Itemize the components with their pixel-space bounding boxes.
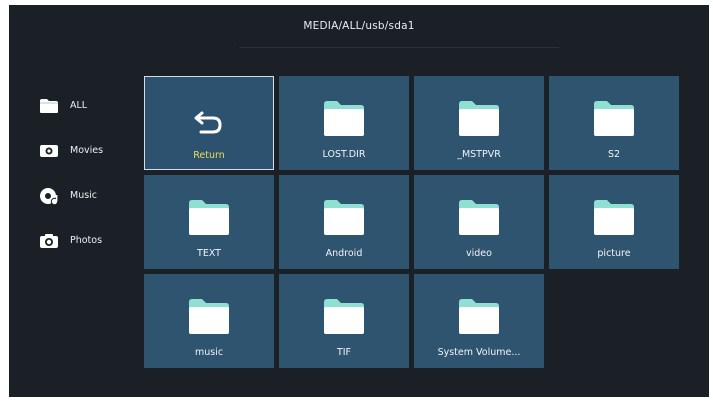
folder-tile-lost-dir[interactable]: LOST.DIR [279,76,409,170]
tile-label: LOST.DIR [322,149,366,160]
sidebar-item-music[interactable]: Music [39,173,139,218]
folder-icon [324,200,364,235]
media-browser-screen: MEDIA/ALL/usb/sda1 ALL Movies Music Phot… [9,5,709,397]
sidebar-item-label: Music [70,190,98,201]
sidebar-item-label: ALL [70,100,88,111]
movie-icon [39,142,59,160]
folder-tile-video[interactable]: video [414,175,544,269]
camera-icon [39,232,59,250]
sidebar-item-label: Movies [70,145,104,156]
folder-icon [189,200,229,235]
folder-tile-system-volume[interactable]: System Volume... [414,274,544,368]
folder-icon [324,101,364,136]
sidebar: ALL Movies Music Photos [39,83,139,263]
folder-icon [459,101,499,136]
tile-label: Android [325,248,363,259]
header-divider [239,47,559,48]
tile-label: picture [597,248,631,259]
tile-label: Return [193,150,225,161]
tile-label: S2 [607,149,621,160]
tile-label: video [466,248,492,259]
folder-icon [594,101,634,136]
folder-tile-mstpvr[interactable]: _MSTPVR [414,76,544,170]
return-icon [194,111,222,134]
folder-icon [324,299,364,334]
sidebar-item-label: Photos [70,235,103,246]
music-icon [39,187,59,205]
folder-tile-music[interactable]: music [144,274,274,368]
folder-tile-text[interactable]: TEXT [144,175,274,269]
tile-label: TEXT [197,248,221,259]
breadcrumb-path: MEDIA/ALL/usb/sda1 [303,20,415,32]
folder-icon [189,299,229,334]
folder-icon [459,200,499,235]
folder-icon [594,200,634,235]
folder-tile-picture[interactable]: picture [549,175,679,269]
folder-icon [459,299,499,334]
folder-icon [39,97,59,115]
tile-label: music [194,347,224,358]
sidebar-item-all[interactable]: ALL [39,83,139,128]
return-tile[interactable]: Return [144,76,274,170]
tile-label: TIF [336,347,352,358]
folder-tile-tif[interactable]: TIF [279,274,409,368]
folder-tile-android[interactable]: Android [279,175,409,269]
sidebar-item-photos[interactable]: Photos [39,218,139,263]
folder-tile-s2[interactable]: S2 [549,76,679,170]
tile-label: System Volume... [437,347,521,358]
sidebar-item-movies[interactable]: Movies [39,128,139,173]
tile-label: _MSTPVR [457,149,501,160]
